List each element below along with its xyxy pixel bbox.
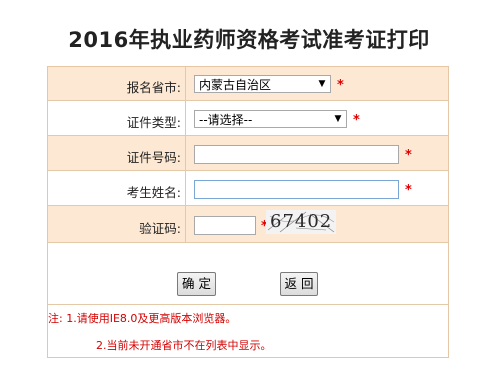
id-number-input[interactable] xyxy=(194,145,399,164)
province-value: 内蒙古自治区 xyxy=(199,78,272,92)
chevron-down-icon: ▼ xyxy=(334,114,342,124)
id-type-select[interactable]: --请选择-- ▼ xyxy=(194,110,347,128)
name-label: 考生姓名: xyxy=(126,185,181,200)
note-line-2: 2.当前未开通省市不在列表中显示。 xyxy=(96,339,272,352)
id-number-label: 证件号码: xyxy=(126,150,181,165)
back-button[interactable]: 返 回 xyxy=(280,272,318,296)
captcha-input[interactable] xyxy=(194,216,256,235)
required-mark: * xyxy=(337,78,344,93)
notes-divider xyxy=(47,304,449,305)
captcha-image[interactable]: 67402 xyxy=(266,210,336,234)
id-type-value: --请选择-- xyxy=(199,113,253,127)
province-select[interactable]: 内蒙古自治区 ▼ xyxy=(194,75,331,93)
note-line-1: 注: 1.请使用IE8.0及更高版本浏览器。 xyxy=(48,312,237,325)
captcha-label: 验证码: xyxy=(139,221,181,236)
id-type-label: 证件类型: xyxy=(126,115,181,130)
confirm-button[interactable]: 确 定 xyxy=(177,272,216,296)
page-title: 2016年执业药师资格考试准考证打印 xyxy=(68,28,430,52)
chevron-down-icon: ▼ xyxy=(318,79,326,89)
captcha-text: 67402 xyxy=(270,211,333,232)
required-mark: * xyxy=(405,148,412,163)
province-label: 报名省市: xyxy=(126,80,181,95)
required-mark: * xyxy=(353,113,360,128)
required-mark: * xyxy=(405,183,412,198)
name-input[interactable] xyxy=(194,180,399,199)
